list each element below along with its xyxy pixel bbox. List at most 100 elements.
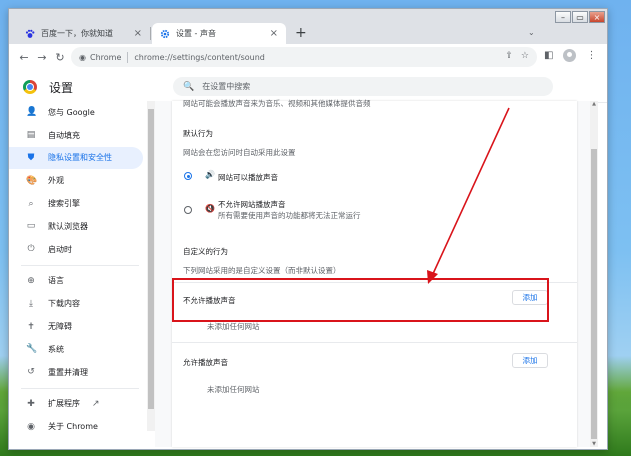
reload-button[interactable]: ↻ xyxy=(51,51,69,64)
option-block-sound-label: 不允许网站播放声音 xyxy=(218,200,286,209)
reset-icon: ↺ xyxy=(27,367,35,378)
default-behavior-description: 网站会在您访问时自动采用此设置 xyxy=(183,148,296,157)
sidebar-item-search-engine[interactable]: ⌕ 搜索引擎 xyxy=(9,192,143,215)
sidebar-item-autofill[interactable]: ▤ 自动填充 xyxy=(9,124,143,147)
sidebar-item-label: 外观 xyxy=(48,176,64,186)
window-controls: – ▭ × xyxy=(555,11,605,23)
radio-block-sound[interactable] xyxy=(184,206,192,214)
sidebar-divider xyxy=(21,387,139,389)
sidebar-item-label: 隐私设置和安全性 xyxy=(48,153,112,163)
tab-settings-sound[interactable]: 设置 - 声音 × xyxy=(152,23,286,44)
new-tab-button[interactable]: + xyxy=(295,25,307,41)
share-icon[interactable]: ⇪ xyxy=(505,51,513,61)
sidebar-item-label: 您与 Google xyxy=(48,107,95,117)
external-link-icon: ↗ xyxy=(92,398,100,409)
custom-behavior-description: 下列网站采用的是自定义设置（而非默认设置） xyxy=(183,266,341,275)
annotation-highlight-box xyxy=(172,278,549,322)
search-icon: ⌕ xyxy=(28,198,34,209)
sidebar-item-reset-cleanup[interactable]: ↺ 重置并清理 xyxy=(9,361,143,384)
sidebar-item-label: 下载内容 xyxy=(48,299,80,309)
tab-search-button[interactable]: ⌄ xyxy=(528,28,535,37)
tab-title: 设置 - 声音 xyxy=(176,29,216,38)
sidebar-item-label: 重置并清理 xyxy=(48,367,88,377)
profile-avatar[interactable] xyxy=(563,49,577,62)
sidebar-item-label: 系统 xyxy=(48,344,64,354)
address-divider xyxy=(127,51,129,63)
forward-button[interactable]: → xyxy=(33,51,51,64)
add-allowed-site-button[interactable]: 添加 xyxy=(512,353,548,368)
back-button[interactable]: ← xyxy=(15,51,33,64)
scroll-down-arrow-icon[interactable]: ▼ xyxy=(590,441,598,447)
clipboard-icon: ▤ xyxy=(26,130,36,141)
wrench-icon: 🔧 xyxy=(26,344,38,355)
sidebar-item-label: 自动填充 xyxy=(48,130,80,140)
site-chip: Chrome xyxy=(89,52,122,62)
address-bar[interactable]: ◉ Chrome chrome://settings/content/sound… xyxy=(71,47,537,67)
scroll-up-arrow-icon[interactable]: ▲ xyxy=(590,101,598,107)
toolbar: ← → ↻ ◉ Chrome chrome://settings/content… xyxy=(9,44,607,70)
speaker-icon: 🔊 xyxy=(205,170,215,179)
sound-description: 网站可能会播放声音来为音乐、视频和其他媒体提供音频 xyxy=(183,99,371,108)
allow-sound-section-title: 允许播放声音 xyxy=(183,358,228,367)
close-icon[interactable]: × xyxy=(134,28,142,39)
sidebar-item-label: 扩展程序 xyxy=(48,399,80,409)
chrome-icon: ◉ xyxy=(27,421,35,432)
sidebar-item-label: 无障碍 xyxy=(48,322,72,332)
sidebar-item-on-startup[interactable]: ⏻ 启动时 xyxy=(9,238,143,261)
close-icon[interactable]: × xyxy=(270,28,278,39)
custom-behavior-heading: 自定义的行为 xyxy=(183,247,228,256)
url-text: chrome://settings/content/sound xyxy=(134,52,265,62)
sidebar-item-privacy-security[interactable]: ⛊ 隐私设置和安全性 xyxy=(9,146,143,170)
address-actions: ⇪ ☆ xyxy=(505,51,529,61)
settings-search-input[interactable]: 🔍 在设置中搜索 xyxy=(173,77,553,96)
sidebar-item-default-browser[interactable]: ▭ 默认浏览器 xyxy=(9,215,143,238)
default-behavior-heading: 默认行为 xyxy=(183,129,213,138)
section-divider xyxy=(172,342,577,343)
tab-title: 百度一下，你就知道 xyxy=(41,29,113,38)
close-window-button[interactable]: × xyxy=(589,11,605,23)
minimize-button[interactable]: – xyxy=(555,11,571,23)
search-icon: 🔍 xyxy=(183,81,195,92)
tab-divider xyxy=(150,27,151,40)
maximize-button[interactable]: ▭ xyxy=(572,11,588,23)
puzzle-icon: ✚ xyxy=(27,398,35,409)
chrome-chip-icon: ◉ xyxy=(79,52,86,62)
download-icon: ⤓ xyxy=(29,298,33,309)
power-icon: ⏻ xyxy=(27,244,35,255)
sidebar-item-extensions[interactable]: ✚ 扩展程序 ↗ xyxy=(9,393,143,416)
side-panel-icon[interactable]: ◧ xyxy=(544,50,553,61)
radio-allow-sound[interactable] xyxy=(184,172,192,180)
sidebar-item-system[interactable]: 🔧 系统 xyxy=(9,338,143,361)
sidebar-scrollbar-thumb[interactable] xyxy=(148,109,154,409)
menu-icon[interactable]: ⋮ xyxy=(586,50,596,61)
browser-icon: ▭ xyxy=(26,221,36,232)
sidebar-item-languages[interactable]: ⊕ 语言 xyxy=(9,270,143,293)
chrome-logo-icon xyxy=(23,80,37,94)
sidebar-item-label: 关于 Chrome xyxy=(48,422,98,432)
sidebar-item-you-and-google[interactable]: 👤 您与 Google xyxy=(9,101,143,124)
sidebar-item-appearance[interactable]: 🎨 外观 xyxy=(9,169,143,192)
content-scrollbar[interactable]: ▲ ▼ xyxy=(590,101,598,447)
blocked-sites-empty: 未添加任何网站 xyxy=(207,322,260,331)
content-scrollbar-thumb[interactable] xyxy=(591,149,597,439)
sidebar-item-label: 启动时 xyxy=(48,244,72,254)
sidebar-divider xyxy=(21,264,139,266)
option-allow-sound-label: 网站可以播放声音 xyxy=(218,173,278,182)
tab-strip: 百度一下，你就知道 × 设置 - 声音 × + ⌄ – ▭ × xyxy=(9,9,607,44)
sidebar-item-downloads[interactable]: ⤓ 下载内容 xyxy=(9,292,143,315)
sidebar-item-about-chrome[interactable]: ◉ 关于 Chrome xyxy=(9,415,143,438)
settings-sidebar: 👤 您与 Google ▤ 自动填充 ⛊ 隐私设置和安全性 🎨 外观 ⌕ 搜索引… xyxy=(9,101,147,438)
tab-baidu[interactable]: 百度一下，你就知道 × xyxy=(17,23,150,44)
person-icon: 👤 xyxy=(26,107,38,118)
accessibility-icon: ✝ xyxy=(27,321,35,332)
sidebar-item-label: 搜索引擎 xyxy=(48,199,80,209)
option-block-sound-sublabel: 所有需要使用声音的功能都将无法正常运行 xyxy=(218,211,361,220)
bookmark-star-icon[interactable]: ☆ xyxy=(521,51,529,61)
shield-icon: ⛊ xyxy=(27,152,35,163)
search-placeholder: 在设置中搜索 xyxy=(202,82,251,91)
sidebar-scrollbar[interactable] xyxy=(147,101,155,431)
palette-icon: 🎨 xyxy=(26,175,38,186)
sidebar-item-label: 语言 xyxy=(48,276,64,286)
sidebar-item-accessibility[interactable]: ✝ 无障碍 xyxy=(9,315,143,338)
sidebar-item-label: 默认浏览器 xyxy=(48,221,88,231)
